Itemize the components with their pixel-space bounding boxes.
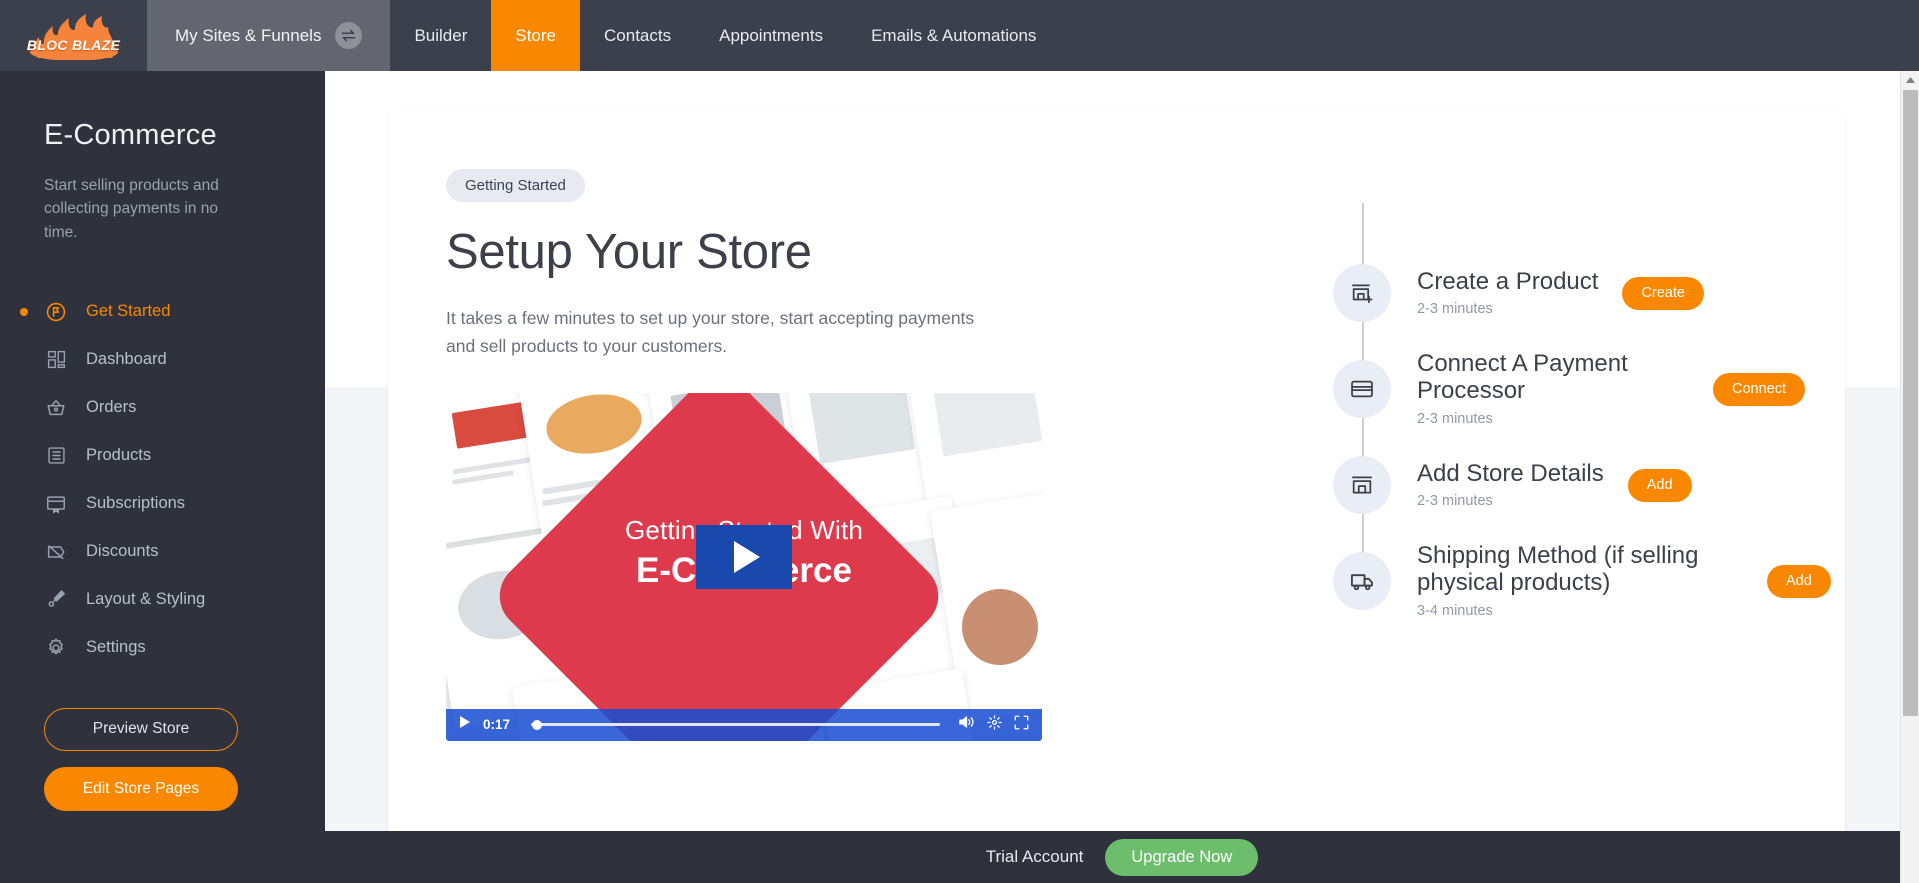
video-progress-slider[interactable]: [531, 719, 940, 730]
my-sites-label: My Sites & Funnels: [175, 25, 322, 45]
checklist-item-title: Shipping Method (if selling physical pro…: [1417, 542, 1699, 596]
basket-icon: [44, 396, 68, 420]
switch-arrows-icon[interactable]: [335, 22, 363, 49]
sidebar-subtitle: Start selling products and collecting pa…: [44, 177, 219, 241]
setup-store-card: Getting Started Setup Your Store It take…: [388, 107, 1845, 877]
grid-icon: [44, 348, 68, 372]
checklist-item-title: Add Store Details: [1417, 459, 1604, 487]
nav-label: Contacts: [604, 25, 672, 45]
intro-video-player[interactable]: Getting Started With E-Commerce 0:17: [446, 392, 1042, 741]
sidebar-actions: Preview Store Edit Store Pages: [0, 672, 325, 811]
monitor-icon: [44, 492, 68, 516]
video-current-time: 0:17: [483, 717, 511, 733]
sidebar-item-subscriptions[interactable]: Subscriptions: [0, 480, 325, 528]
nav-label: Appointments: [719, 25, 824, 45]
connect-button[interactable]: Connect: [1713, 372, 1806, 406]
sidebar: E-Commerce Start selling products and co…: [0, 71, 325, 883]
nav-item-appointments[interactable]: Appointments: [695, 0, 847, 71]
sidebar-item-products[interactable]: Products: [0, 432, 325, 480]
my-sites-and-funnels-switcher[interactable]: My Sites & Funnels: [147, 0, 391, 71]
video-progress-knob[interactable]: [532, 719, 542, 730]
content-area: Getting Started Setup Your Store It take…: [325, 71, 1919, 883]
tag-off-icon: [44, 540, 68, 564]
checklist-item-title: Create a Product: [1417, 267, 1599, 295]
main-nav-items: Builder Store Contacts Appointments Emai…: [390, 0, 1060, 71]
nav-item-store[interactable]: Store: [491, 0, 581, 71]
upgrade-now-button[interactable]: Upgrade Now: [1105, 838, 1259, 876]
sidebar-title: E-Commerce: [44, 119, 217, 151]
scroll-up-arrow-icon[interactable]: [1901, 71, 1919, 88]
top-navigation-bar: BLOC BLAZE My Sites & Funnels Builder St…: [0, 0, 1919, 71]
nav-label: Builder: [414, 25, 468, 45]
sidebar-item-get-started[interactable]: Get Started: [0, 288, 325, 336]
trial-footer-bar: Trial Account Upgrade Now: [325, 831, 1919, 883]
sidebar-item-orders[interactable]: Orders: [0, 384, 325, 432]
video-controls-bar: 0:17: [446, 708, 1042, 741]
sidebar-menu: Get Started Dashboard Orders Products Su…: [0, 288, 325, 672]
checklist-item-duration: 3-4 minutes: [1417, 602, 1493, 619]
sidebar-item-label: Subscriptions: [86, 494, 186, 513]
volume-icon[interactable]: [958, 715, 975, 734]
page-description: It takes a few minutes to set up your st…: [446, 308, 975, 357]
nav-item-builder[interactable]: Builder: [390, 0, 491, 71]
gear-icon: [44, 636, 68, 660]
app-root: BLOC BLAZE My Sites & Funnels Builder St…: [0, 0, 1919, 883]
getting-started-badge: Getting Started: [446, 169, 585, 202]
scrollbar-thumb[interactable]: [1903, 90, 1918, 716]
nav-label: Store: [515, 25, 557, 45]
sidebar-item-discounts[interactable]: Discounts: [0, 528, 325, 576]
checklist-item-title: Connect A Payment Processor: [1417, 350, 1628, 404]
store-plus-icon: [1333, 264, 1391, 322]
trial-account-label: Trial Account: [985, 847, 1084, 866]
sidebar-item-label: Discounts: [86, 542, 159, 561]
setup-checklist: Create a Product 2-3 minutes Create Conn…: [1106, 169, 1831, 741]
brand-logo[interactable]: BLOC BLAZE: [0, 0, 147, 71]
play-button[interactable]: [459, 715, 471, 734]
fullscreen-icon[interactable]: [1014, 715, 1029, 735]
nav-label: Emails & Automations: [871, 25, 1037, 45]
footer-sidebar-cap: [0, 831, 325, 883]
list-box-icon: [44, 444, 68, 468]
checklist-item-create-product[interactable]: Create a Product 2-3 minutes Create: [1146, 245, 1831, 341]
setup-intro-column: Getting Started Setup Your Store It take…: [446, 169, 1106, 741]
preview-store-button[interactable]: Preview Store: [44, 707, 238, 751]
logo-text: BLOC BLAZE: [26, 36, 121, 53]
add-shipping-button[interactable]: Add: [1767, 564, 1831, 598]
sidebar-item-label: Dashboard: [86, 350, 167, 369]
active-indicator-dot: [20, 307, 28, 316]
sidebar-item-label: Get Started: [86, 302, 171, 321]
play-icon[interactable]: [696, 524, 792, 589]
edit-store-pages-button[interactable]: Edit Store Pages: [44, 766, 238, 811]
checklist-item-duration: 2-3 minutes: [1417, 493, 1493, 510]
flag-circle-icon: [44, 300, 68, 324]
checklist-item-store-details[interactable]: Add Store Details 2-3 minutes Add: [1146, 437, 1831, 533]
nav-item-emails-automations[interactable]: Emails & Automations: [847, 0, 1060, 71]
store-icon: [1333, 456, 1391, 514]
truck-icon: [1333, 552, 1391, 610]
page-title: Setup Your Store: [446, 225, 812, 279]
nav-item-contacts[interactable]: Contacts: [580, 0, 695, 71]
add-store-details-button[interactable]: Add: [1627, 468, 1692, 502]
brush-icon: [44, 588, 68, 612]
sidebar-item-label: Settings: [86, 638, 146, 657]
create-button[interactable]: Create: [1622, 276, 1704, 310]
gear-icon[interactable]: [987, 715, 1002, 735]
checklist-item-shipping-method[interactable]: Shipping Method (if selling physical pro…: [1146, 533, 1831, 629]
checklist-item-duration: 2-3 minutes: [1417, 301, 1493, 318]
sidebar-item-layout-styling[interactable]: Layout & Styling: [0, 576, 325, 624]
sidebar-item-label: Products: [86, 446, 152, 465]
sidebar-item-dashboard[interactable]: Dashboard: [0, 336, 325, 384]
page-scrollbar[interactable]: [1900, 71, 1919, 883]
sidebar-item-label: Orders: [86, 398, 137, 417]
checklist-item-duration: 2-3 minutes: [1417, 410, 1493, 427]
credit-card-icon: [1333, 360, 1391, 418]
checklist-item-connect-payment[interactable]: Connect A Payment Processor 2-3 minutes …: [1146, 341, 1831, 437]
sidebar-item-settings[interactable]: Settings: [0, 624, 325, 672]
sidebar-item-label: Layout & Styling: [86, 590, 206, 609]
